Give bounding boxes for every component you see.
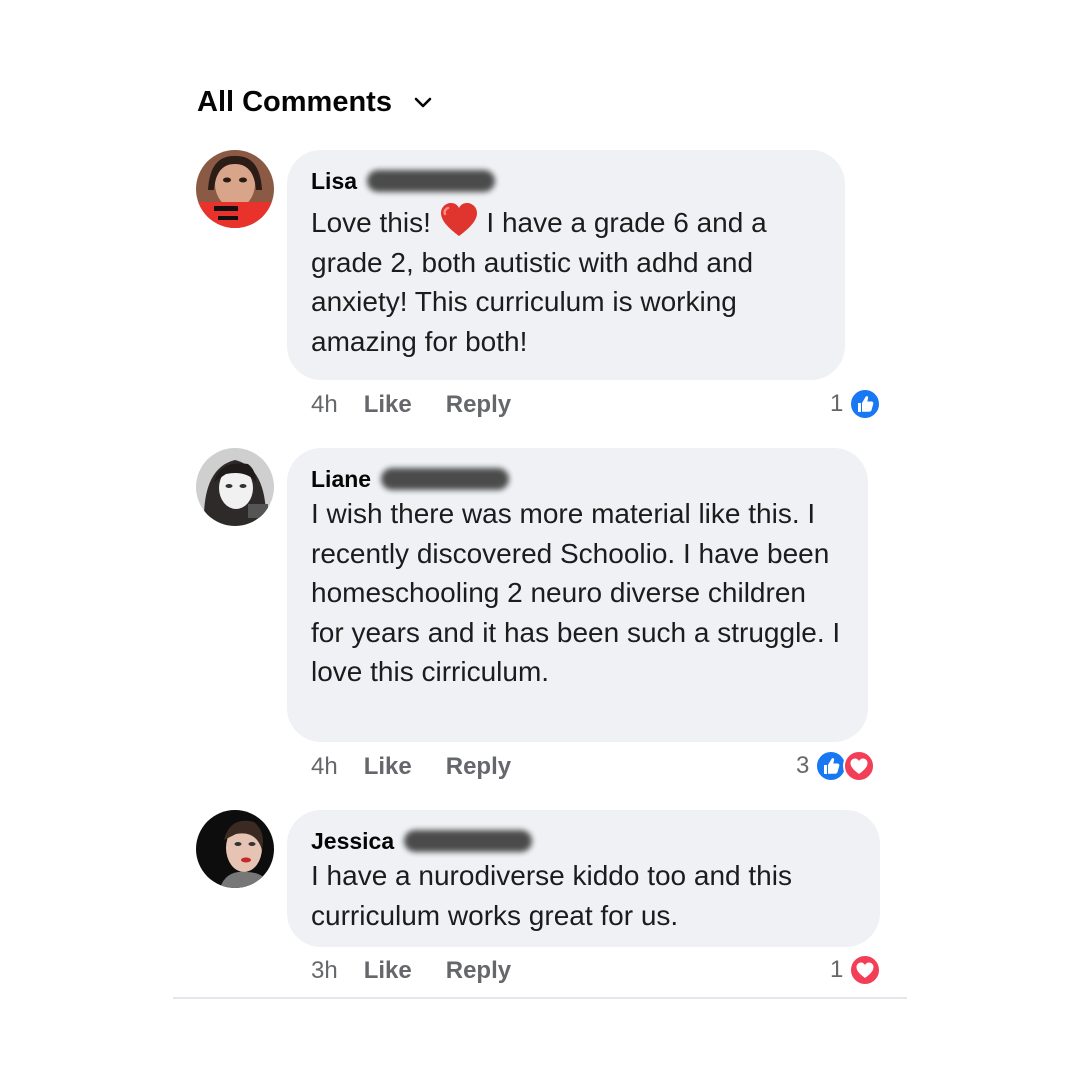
reaction-count: 1 — [830, 956, 844, 983]
comment-text: I have a nurodiverse kiddo too and this … — [311, 860, 792, 931]
avatar[interactable] — [196, 810, 274, 888]
comment-bubble: Lisa Love this! I have a grade 6 and a g… — [287, 150, 845, 380]
reply-button[interactable]: Reply — [446, 957, 511, 985]
reaction-summary[interactable]: 3 — [796, 750, 876, 782]
chevron-down-icon — [414, 97, 432, 107]
comments-filter-title: All Comments — [197, 86, 392, 118]
reaction-summary[interactable]: 1 — [830, 388, 882, 420]
comment-timestamp[interactable]: 3h — [311, 957, 338, 985]
comment-bubble: Jessica I have a nurodiverse kiddo too a… — [287, 810, 880, 947]
comment-timestamp[interactable]: 4h — [311, 391, 338, 419]
comment-actions: 3h Like Reply — [311, 957, 511, 985]
avatar[interactable] — [196, 150, 274, 228]
comment-text: Love this! I have a grade 6 and a grade … — [311, 202, 821, 361]
redacted-surname — [404, 830, 533, 852]
avatar[interactable] — [196, 448, 274, 526]
red-heart-emoji — [440, 203, 477, 236]
bottom-divider — [173, 997, 907, 999]
love-reaction-icon — [849, 954, 882, 986]
comment-timestamp[interactable]: 4h — [311, 753, 338, 781]
comment-bubble: Liane I wish there was more material lik… — [287, 448, 868, 742]
comment-text: I wish there was more material like this… — [311, 498, 841, 687]
like-button[interactable]: Like — [364, 391, 412, 419]
reply-button[interactable]: Reply — [446, 391, 511, 419]
reply-button[interactable]: Reply — [446, 753, 511, 781]
like-button[interactable]: Like — [364, 957, 412, 985]
redacted-surname — [367, 170, 496, 192]
comment-actions: 4h Like Reply — [311, 753, 511, 781]
commenter-name[interactable]: Lisa — [311, 168, 357, 195]
commenter-name[interactable]: Jessica — [311, 828, 394, 855]
love-reaction-icon — [843, 750, 876, 782]
like-button[interactable]: Like — [364, 753, 412, 781]
all-comments-filter[interactable]: All Comments — [197, 86, 432, 119]
reaction-count: 3 — [796, 752, 810, 779]
like-reaction-icon — [849, 388, 882, 420]
comment-actions: 4h Like Reply — [311, 391, 511, 419]
reaction-count: 1 — [830, 390, 844, 417]
commenter-name[interactable]: Liane — [311, 466, 371, 493]
redacted-surname — [381, 468, 510, 490]
reaction-summary[interactable]: 1 — [830, 954, 882, 986]
